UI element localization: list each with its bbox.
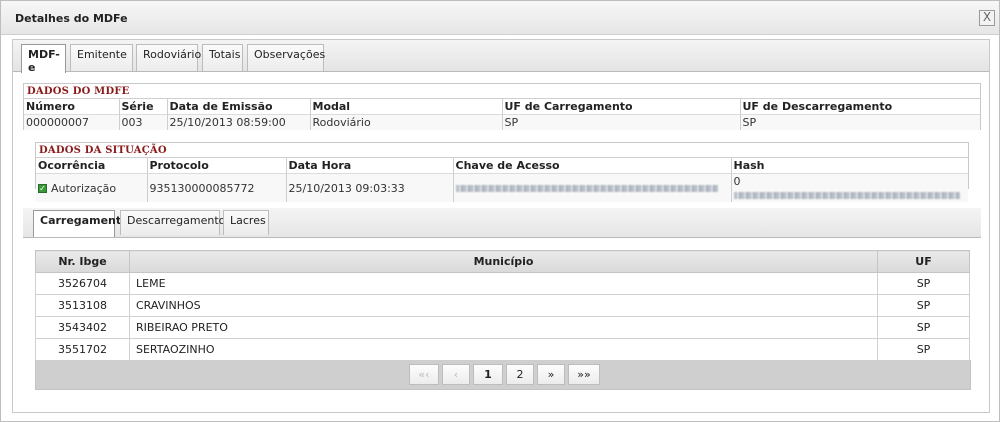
- col-ocorrencia: Ocorrência: [36, 157, 148, 174]
- tab-observacoes[interactable]: Observações: [247, 44, 325, 71]
- col-modal: Modal: [310, 98, 503, 115]
- serie-value: 003: [119, 114, 168, 130]
- details-panel: MDF-e Emitente Rodoviário Totais Observa…: [12, 39, 990, 413]
- uf-cell: SP: [877, 316, 970, 339]
- ibge-cell: 3513108: [35, 294, 130, 317]
- dialog-titlebar[interactable]: Detalhes do MDFe X: [1, 1, 999, 35]
- dados-situacao-box: DADOS DA SITUAÇÃO Ocorrência Protocolo D…: [35, 142, 969, 202]
- ocorrencia-value: Autorização: [51, 181, 117, 195]
- pager-page-1-button[interactable]: 1: [473, 364, 503, 385]
- dialog-title: Detalhes do MDFe: [15, 12, 128, 25]
- pager-last-button[interactable]: »»: [568, 364, 600, 385]
- uf-cell: SP: [877, 272, 970, 295]
- check-icon: ✓: [38, 184, 47, 193]
- municipio-cell: CRAVINHOS: [129, 294, 878, 317]
- col-chave-acesso: Chave de Acesso: [453, 157, 732, 174]
- uf-carregamento-value: SP: [502, 114, 741, 130]
- col-data-emissao: Data de Emissão: [167, 98, 311, 115]
- data-hora-value: 25/10/2013 09:03:33: [286, 173, 454, 202]
- mdfe-details-dialog: Detalhes do MDFe X MDF-e Emitente Rodovi…: [0, 0, 1000, 422]
- uf-cell: SP: [877, 338, 970, 361]
- col-protocolo: Protocolo: [147, 157, 287, 174]
- chave-acesso-redacted: [455, 185, 718, 192]
- col-uf-descarregamento: UF de Descarregamento: [740, 98, 980, 115]
- table-row[interactable]: 3543402 RIBEIRAO PRETO SP: [35, 316, 970, 339]
- col-municipio[interactable]: Município: [129, 250, 878, 273]
- dados-mdfe-table: Número Série Data de Emissão Modal UF de…: [24, 98, 980, 130]
- chave-acesso-value: [453, 173, 732, 202]
- dados-situacao-title: DADOS DA SITUAÇÃO: [39, 145, 167, 156]
- col-nr-ibge[interactable]: Nr. Ibge: [35, 250, 130, 273]
- tab-mdfe[interactable]: MDF-e: [21, 44, 66, 74]
- hash-prefix: 0: [733, 175, 741, 188]
- table-row[interactable]: 3513108 CRAVINHOS SP: [35, 294, 970, 317]
- uf-cell: SP: [877, 294, 970, 317]
- tab-descarregamento[interactable]: Descarregamento: [120, 210, 225, 235]
- tab-emitente[interactable]: Emitente: [70, 44, 133, 71]
- grid-pager: «‹ ‹ 1 2 » »»: [35, 360, 971, 390]
- ibge-cell: 3551702: [35, 338, 130, 361]
- tab-lacres[interactable]: Lacres: [223, 210, 269, 235]
- ibge-cell: 3543402: [35, 316, 130, 339]
- pager-next-button[interactable]: »: [537, 364, 565, 385]
- main-tabbar: MDF-e Emitente Rodoviário Totais Observa…: [13, 40, 989, 74]
- col-hash: Hash: [731, 157, 968, 174]
- tab-carregamento[interactable]: Carregamento: [33, 210, 129, 237]
- table-row[interactable]: 3526704 LEME SP: [35, 272, 970, 295]
- col-data-hora: Data Hora: [286, 157, 454, 174]
- tab-totais[interactable]: Totais: [202, 44, 243, 71]
- municipio-cell: SERTAOZINHO: [129, 338, 878, 361]
- municipios-grid-wrapper: Nr. Ibge Município UF 3526704 LEME SP 35…: [35, 250, 970, 361]
- col-uf-carregamento: UF de Carregamento: [502, 98, 741, 115]
- ibge-cell: 3526704: [35, 272, 130, 295]
- data-emissao-value: 25/10/2013 08:59:00: [167, 114, 311, 130]
- subtabbar: Carregamento Descarregamento Lacres: [23, 208, 981, 238]
- close-icon[interactable]: X: [979, 10, 995, 26]
- dados-mdfe-box: DADOS DO MDFE Número Série Data de Emiss…: [23, 83, 981, 130]
- col-numero: Número: [24, 98, 120, 115]
- municipio-cell: RIBEIRAO PRETO: [129, 316, 878, 339]
- col-uf[interactable]: UF: [877, 250, 970, 273]
- uf-descarregamento-value: SP: [740, 114, 980, 130]
- hash-redacted: [733, 191, 960, 199]
- hash-value: 0: [731, 173, 968, 202]
- municipio-cell: LEME: [129, 272, 878, 295]
- numero-value: 000000007: [24, 114, 120, 130]
- col-serie: Série: [119, 98, 168, 115]
- table-row[interactable]: 3551702 SERTAOZINHO SP: [35, 338, 970, 361]
- pager-prev-button[interactable]: ‹: [442, 364, 470, 385]
- pager-first-button[interactable]: «‹: [409, 364, 439, 385]
- municipios-grid: Nr. Ibge Município UF 3526704 LEME SP 35…: [35, 250, 970, 361]
- pager-page-2-button[interactable]: 2: [506, 364, 534, 385]
- modal-value: Rodoviário: [310, 114, 503, 130]
- dados-mdfe-title: DADOS DO MDFE: [27, 86, 130, 97]
- dados-situacao-table: Ocorrência Protocolo Data Hora Chave de …: [36, 157, 968, 202]
- ocorrencia-cell: ✓ Autorização: [36, 173, 148, 202]
- tab-rodoviario[interactable]: Rodoviário: [136, 44, 201, 71]
- protocolo-value: 935130000085772: [147, 173, 287, 202]
